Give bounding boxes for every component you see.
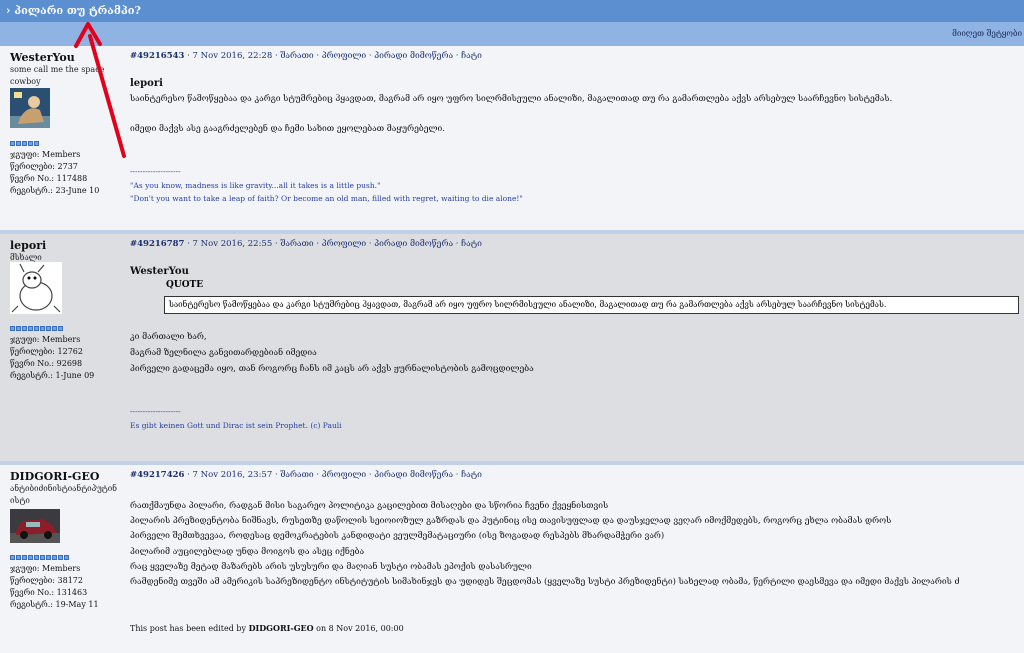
signature-divider: -------------------- xyxy=(130,167,181,176)
pm-link[interactable]: პირადი მიმოწერა xyxy=(374,51,453,61)
car-avatar-icon xyxy=(10,509,60,543)
edited-note: This post has been edited by DIDGORI-GEO… xyxy=(130,621,404,636)
signature-line: "Don't you want to take a leap of faith?… xyxy=(130,194,523,203)
car-avatar-icon-svg xyxy=(10,509,60,543)
post-49216543: WesterYou some call me the space cowboy … xyxy=(0,46,1024,230)
author-registered: რეგისტრ.: 23-June 10 xyxy=(10,186,100,195)
post-meta: #49216543 · 7 Nov 2016, 22:28 · შარათი ·… xyxy=(130,51,482,61)
chat-link[interactable]: ჩატი xyxy=(461,470,482,480)
post-text-line: პილარიმ აუცილებლად უნდა მოიგოს და ასეც ი… xyxy=(130,547,365,557)
author-group: ჯგუფი: Members xyxy=(10,335,81,344)
post-text-line: რაც ყველაზე მეტად მაზარებს არის უსუსური … xyxy=(130,562,532,572)
profile-link[interactable]: პროფილი xyxy=(322,470,366,480)
chat-link[interactable]: ჩატი xyxy=(461,51,482,61)
cartoon-avatar-icon xyxy=(10,262,62,314)
pm-link[interactable]: პირადი მიმოწერა xyxy=(374,239,453,249)
author-group: ჯგუფი: Members xyxy=(10,564,81,573)
addressed-user: lepori xyxy=(130,78,163,89)
author-name[interactable]: lepori xyxy=(10,239,46,252)
pm-link[interactable]: პირადი მიმოწერა xyxy=(374,470,453,480)
post-text-line: საინტერესო წამოწყებაა და კარგი სტუმრებიც… xyxy=(130,94,893,104)
post-meta: #49216787 · 7 Nov 2016, 22:55 · შარათი ·… xyxy=(130,239,482,249)
post-body: #49217426 · 7 Nov 2016, 23:57 · შარათი ·… xyxy=(124,465,1024,653)
reply-link[interactable]: შარათი xyxy=(280,51,313,61)
post-49217426: DIDGORI-GEO ანტიბიძინისტიანტიპუტინ ისტი … xyxy=(0,465,1024,653)
author-title-line: some call me the space xyxy=(10,65,105,74)
edited-prefix: This post has been edited by xyxy=(130,624,249,633)
author-group: ჯგუფი: Members xyxy=(10,150,81,159)
post-author-panel: DIDGORI-GEO ანტიბიძინისტიანტიპუტინ ისტი … xyxy=(0,465,124,653)
post-date: 7 Nov 2016, 23:57 xyxy=(192,470,273,480)
signature-divider: -------------------- xyxy=(130,407,181,416)
chat-link[interactable]: ჩატი xyxy=(461,239,482,249)
post-text-line: კი მართალი ხარ, xyxy=(130,332,207,342)
author-registered: რეგისტრ.: 1-June 09 xyxy=(10,371,95,380)
profile-link[interactable]: პროფილი xyxy=(322,239,366,249)
post-49216787: lepori მსხალი ჯგუფი: Members წერილები: 1… xyxy=(0,234,1024,461)
author-stats: ჯგუფი: Members წერილები: 38172 წევრი No.… xyxy=(10,563,99,611)
quote-box: საინტერესო წამოწყებაა და კარგი სტუმრებიც… xyxy=(164,296,1019,314)
author-stats: ჯგუფი: Members წერილები: 2737 წევრი No.:… xyxy=(10,149,99,197)
post-text-line: რათქმაუნდა პილარი, რადგან მისი საგარეო პ… xyxy=(130,501,609,511)
post-id-link[interactable]: #49216787 xyxy=(130,239,184,249)
photo-avatar-icon-svg xyxy=(10,88,50,128)
post-id-link[interactable]: #49216543 xyxy=(130,51,184,61)
author-title-line: ისტი xyxy=(10,496,30,505)
author-name[interactable]: WesterYou xyxy=(10,51,75,64)
author-stats: ჯგუფი: Members წერილები: 12762 წევრი No.… xyxy=(10,334,94,382)
post-text-line: პილარის პრეზიდენტობა ნიშნავს, რუსეთზე და… xyxy=(130,516,892,526)
author-title: ანტიბიძინისტიანტიპუტინ ისტი xyxy=(10,483,122,507)
post-author-panel: WesterYou some call me the space cowboy … xyxy=(0,46,124,230)
author-registered: რეგისტრ.: 19-May 11 xyxy=(10,600,99,609)
edited-date: on 8 Nov 2016, 00:00 xyxy=(313,624,404,633)
cartoon-avatar-icon-svg xyxy=(10,262,62,314)
post-body: #49216787 · 7 Nov 2016, 22:55 · შარათი ·… xyxy=(124,234,1024,461)
author-title: some call me the space cowboy xyxy=(10,64,122,88)
post-text-line: პირველი გადაცემა იყო, თან როგორც ჩანს იმ… xyxy=(130,364,534,374)
subscribe-link[interactable]: მიიღეთ შეტყობი xyxy=(952,29,1022,38)
signature-line: Es gibt keinen Gott und Dirac ist sein P… xyxy=(130,421,342,430)
topic-title[interactable]: › პილარი თუ ტრამპი? xyxy=(6,0,141,22)
rank-pips xyxy=(10,555,70,561)
author-member-no: წევრი No.: 131463 xyxy=(10,588,88,597)
author-member-no: წევრი No.: 117488 xyxy=(10,174,88,183)
photo-avatar-icon xyxy=(10,88,50,128)
quote-label: QUOTE xyxy=(166,280,204,290)
post-body: #49216543 · 7 Nov 2016, 22:28 · შარათი ·… xyxy=(124,46,1024,230)
post-text-line: იმედი მაქვს ასე გააგრძელებენ და ჩემი სახ… xyxy=(130,124,445,134)
addressed-user: WesterYou xyxy=(130,266,189,277)
post-text-line: მაგრამ ზელნილა განვითარდებიან იმედია xyxy=(130,348,317,358)
post-date: 7 Nov 2016, 22:55 xyxy=(192,239,273,249)
topic-title-bar: › პილარი თუ ტრამპი? xyxy=(0,0,1024,22)
reply-link[interactable]: შარათი xyxy=(280,470,313,480)
edited-by-user[interactable]: DIDGORI-GEO xyxy=(249,623,314,633)
topic-subbar: მიიღეთ შეტყობი xyxy=(0,22,1024,46)
post-id-link[interactable]: #49217426 xyxy=(130,470,184,480)
author-posts: წერილები: 12762 xyxy=(10,347,83,356)
author-title-line: cowboy xyxy=(10,77,41,86)
rank-pips xyxy=(10,326,64,332)
author-posts: წერილები: 2737 xyxy=(10,162,78,171)
post-text-line: რამდენიმე თვეში ამ ამერიკის საპრეზიდენტო… xyxy=(130,577,960,587)
author-name[interactable]: DIDGORI-GEO xyxy=(10,470,99,483)
profile-link[interactable]: პროფილი xyxy=(322,51,366,61)
post-date: 7 Nov 2016, 22:28 xyxy=(192,51,273,61)
author-member-no: წევრი No.: 92698 xyxy=(10,359,83,368)
signature-line: "As you know, madness is like gravity...… xyxy=(130,181,381,190)
reply-link[interactable]: შარათი xyxy=(280,239,313,249)
post-text-line: პირველი შემთხვევაა, როდესაც დემოკრატების… xyxy=(130,531,665,541)
rank-pips xyxy=(10,141,40,147)
author-title-line: ანტიბიძინისტიანტიპუტინ xyxy=(10,484,117,493)
post-meta: #49217426 · 7 Nov 2016, 23:57 · შარათი ·… xyxy=(130,470,482,480)
author-posts: წერილები: 38172 xyxy=(10,576,83,585)
post-author-panel: lepori მსხალი ჯგუფი: Members წერილები: 1… xyxy=(0,234,124,461)
